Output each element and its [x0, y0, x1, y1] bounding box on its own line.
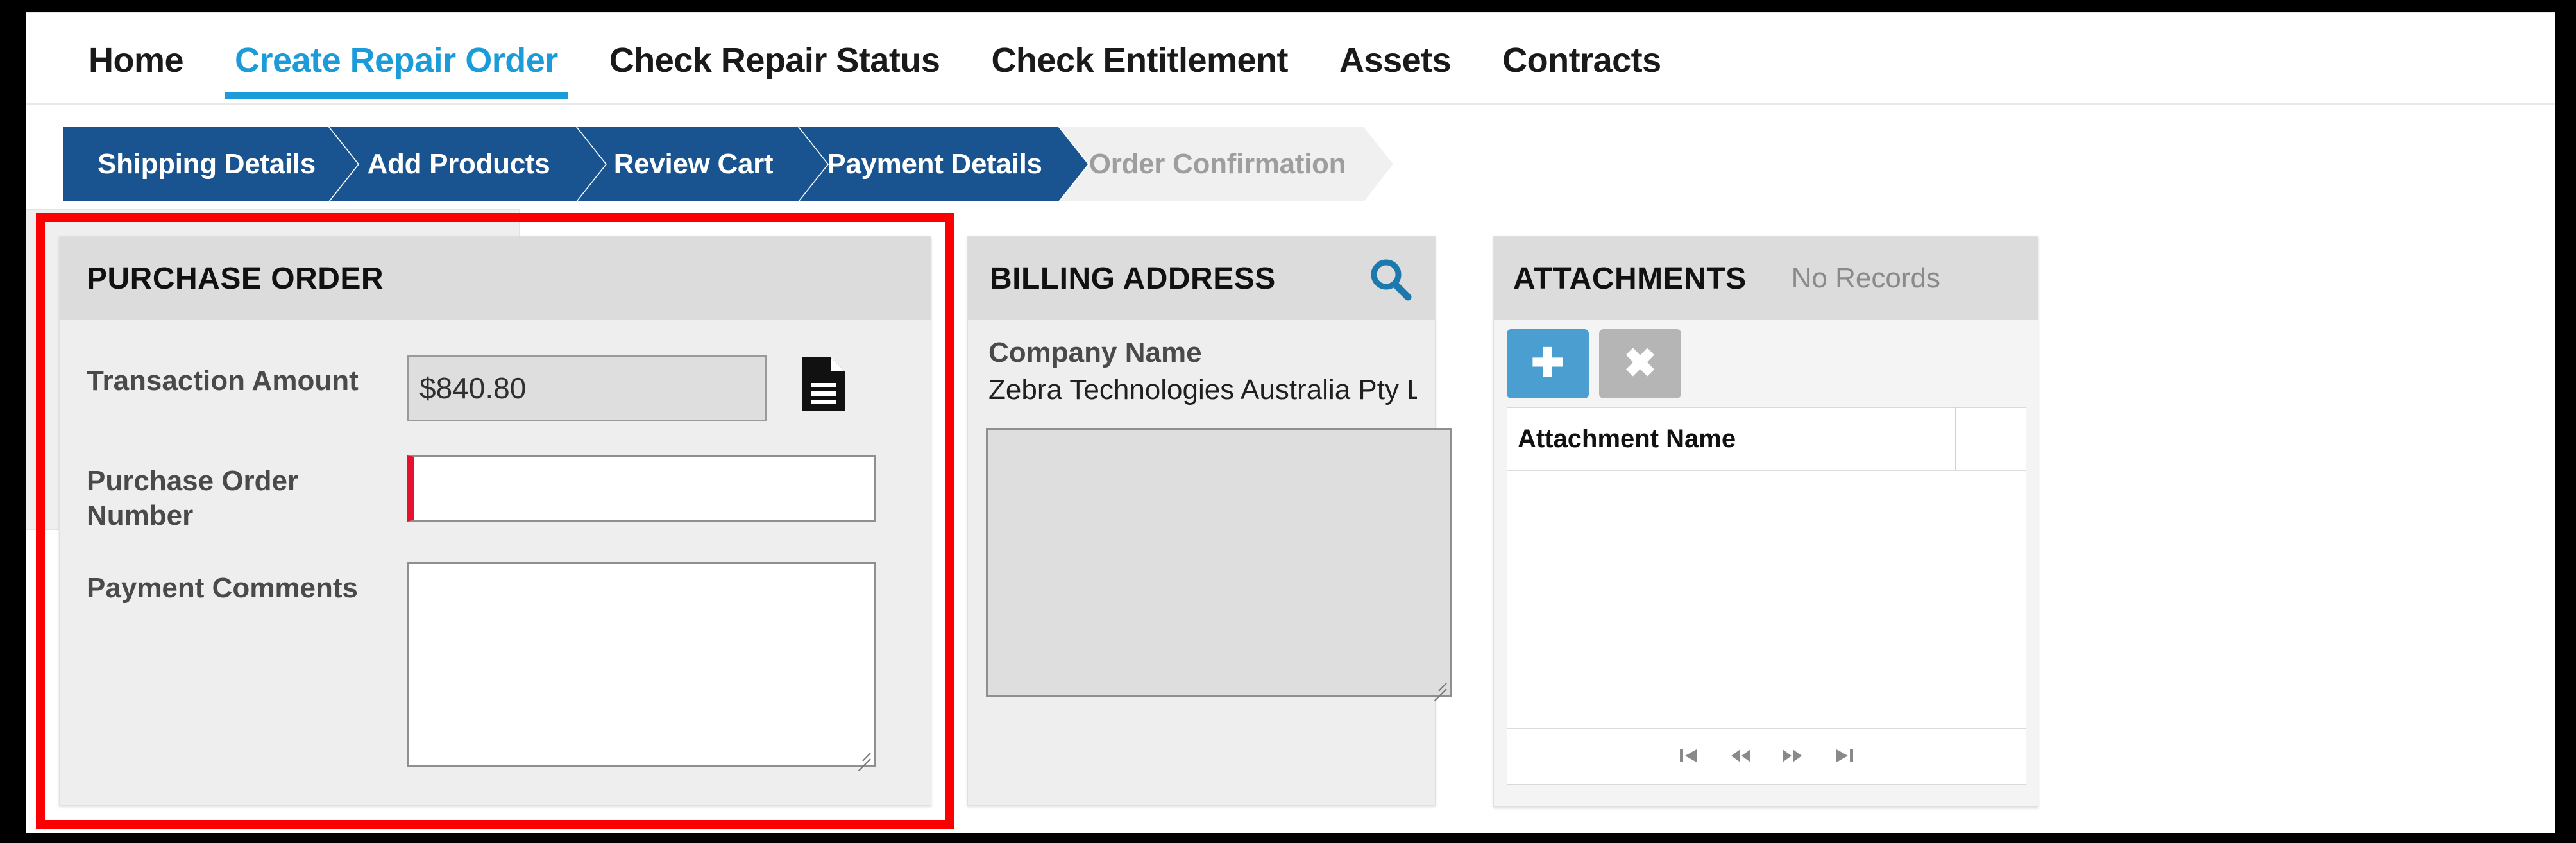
plus-icon: ✚	[1531, 341, 1564, 386]
purchase-order-title: PURCHASE ORDER	[87, 261, 384, 296]
wizard-step-bar: Shipping Details Add Products Review Cart P…	[26, 106, 2555, 209]
nav-tab-check-entitlement[interactable]: Check Entitlement	[965, 13, 1314, 105]
billing-address-panel: BILLING ADDRESS Company Name Zebra Techn…	[967, 236, 1452, 806]
payment-comments-field[interactable]	[409, 564, 874, 766]
wizard-step-order-confirmation: Order Confirmation	[1060, 127, 1393, 201]
po-number-row: Purchase Order Number	[60, 422, 931, 532]
po-number-label: Purchase Order Number	[87, 465, 299, 531]
billing-address-header: BILLING ADDRESS	[968, 237, 1435, 320]
billing-address-body: Company Name Zebra Technologies Australi…	[968, 320, 1452, 702]
po-number-input-field[interactable]	[414, 457, 874, 520]
payment-comments-textarea[interactable]	[407, 562, 876, 772]
attachments-grid: Attachment Name	[1507, 407, 2026, 785]
transaction-amount-field: $840.80	[407, 355, 767, 422]
wizard-step-label: Review Cart	[613, 148, 774, 180]
first-page-icon[interactable]	[1673, 741, 1702, 771]
nav-tab-label: Contracts	[1502, 41, 1661, 80]
transaction-amount-row: Transaction Amount $840.80	[60, 320, 931, 422]
attachments-panel: ATTACHMENTS No Records ✚ ✖ Attachment Na…	[1493, 236, 2038, 807]
next-page-icon[interactable]	[1778, 741, 1808, 771]
payment-comments-label: Payment Comments	[87, 572, 359, 604]
billing-address-textarea[interactable]	[986, 428, 1452, 702]
nav-tab-contracts[interactable]: Contracts	[1477, 13, 1687, 105]
wizard-step-review-cart[interactable]: Review Cart	[577, 127, 827, 201]
purchase-order-panel: PURCHASE ORDER Transaction Amount $840.8…	[59, 236, 931, 806]
attachments-status: No Records	[1791, 262, 1940, 294]
page-content: PURCHASE ORDER Transaction Amount $840.8…	[26, 209, 2555, 833]
wizard-step-label: Payment Details	[827, 148, 1042, 180]
active-tab-underline	[225, 92, 568, 99]
company-name-value: Zebra Technologies Australia Pty Ltd	[988, 374, 1417, 405]
attachments-title: ATTACHMENTS	[1513, 261, 1747, 296]
attachments-grid-body	[1507, 471, 2026, 728]
delete-attachment-button[interactable]: ✖	[1599, 329, 1681, 398]
wizard-step-label: Order Confirmation	[1089, 148, 1346, 180]
attachments-header: ATTACHMENTS No Records	[1494, 237, 2038, 320]
purchase-order-header: PURCHASE ORDER	[60, 237, 931, 320]
wizard-step-shipping-details[interactable]: Shipping Details	[63, 127, 358, 201]
nav-tab-check-repair-status[interactable]: Check Repair Status	[584, 13, 966, 105]
document-icon[interactable]	[802, 357, 845, 411]
nav-tab-label: Create Repair Order	[235, 41, 558, 80]
attachments-toolbar: ✚ ✖	[1494, 320, 2038, 407]
wizard-step-label: Shipping Details	[97, 148, 316, 180]
main-navigation: Home Create Repair Order Check Repair Stat…	[26, 12, 2555, 105]
billing-address-field[interactable]	[988, 430, 1450, 695]
nav-tab-list: Home Create Repair Order Check Repair Stat…	[63, 13, 1687, 103]
nav-tab-assets[interactable]: Assets	[1314, 13, 1477, 105]
payment-comments-row: Payment Comments	[60, 532, 931, 772]
last-page-icon[interactable]	[1831, 741, 1860, 771]
column-header-attachment-name[interactable]: Attachment Name	[1507, 407, 1956, 470]
nav-tab-label: Assets	[1339, 41, 1452, 80]
search-icon[interactable]	[1367, 256, 1413, 302]
add-attachment-button[interactable]: ✚	[1507, 329, 1589, 398]
nav-tab-create-repair-order[interactable]: Create Repair Order	[209, 13, 584, 105]
nav-tab-label: Check Entitlement	[991, 41, 1289, 80]
screenshot-frame: Home Create Repair Order Check Repair Stat…	[0, 0, 2576, 843]
wizard-step-payment-details[interactable]: Payment Details	[799, 127, 1088, 201]
wizard-step-label: Add Products	[367, 148, 550, 180]
previous-page-icon[interactable]	[1725, 741, 1755, 771]
attachments-pager	[1507, 728, 2026, 783]
nav-tab-label: Home	[89, 41, 184, 80]
transaction-amount-label: Transaction Amount	[87, 365, 359, 396]
company-name-label: Company Name	[988, 337, 1202, 368]
billing-address-title: BILLING ADDRESS	[990, 261, 1276, 296]
transaction-amount-value: $840.80	[419, 371, 527, 405]
application-viewport: Home Create Repair Order Check Repair Stat…	[26, 12, 2555, 833]
close-icon: ✖	[1623, 341, 1657, 386]
attachments-grid-header: Attachment Name	[1507, 407, 2026, 471]
purchase-order-body: Transaction Amount $840.80 Purchase Orde…	[60, 320, 931, 772]
wizard-step-add-products[interactable]: Add Products	[330, 127, 606, 201]
nav-tab-label: Check Repair Status	[609, 41, 940, 80]
po-number-input[interactable]	[407, 455, 876, 522]
nav-tab-home[interactable]: Home	[63, 13, 209, 105]
